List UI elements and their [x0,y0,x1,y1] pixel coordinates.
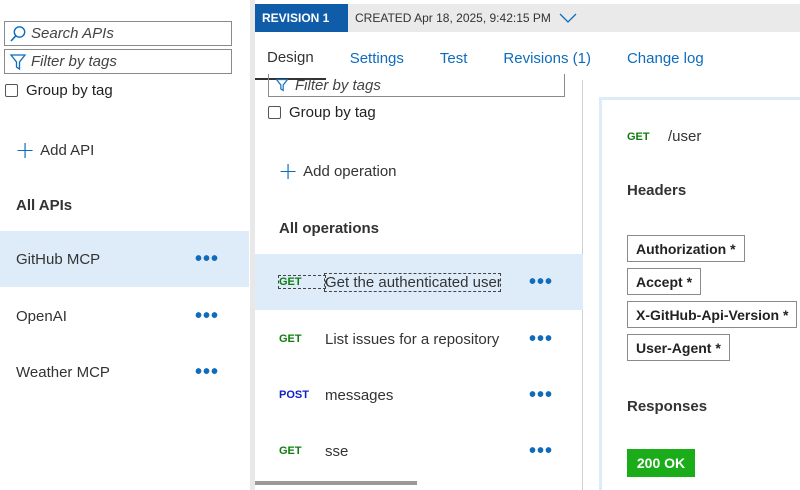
plus-icon: + [15,136,36,164]
api-item-label: GitHub MCP [16,250,101,268]
tab-change-log[interactable]: Change log [615,36,716,80]
filter-tags-input[interactable]: Filter by tags [4,49,232,74]
header-chip[interactable]: User-Agent * [627,334,730,361]
operation-row[interactable]: GET Get the authenticated user ••• [255,254,583,310]
frontend-detail-panel: GET /user Headers Authorization * Accept… [599,97,800,490]
headers-heading: Headers [627,182,687,199]
api-item-github-mcp[interactable]: GitHub MCP ••• [0,231,249,287]
checkbox-box[interactable] [268,106,281,119]
revision-created-text: CREATED Apr 18, 2025, 9:42:15 PM [355,11,551,25]
checkbox-box[interactable] [5,84,18,97]
all-operations-heading: All operations [279,220,380,237]
method-badge: GET [279,333,302,345]
detail-method-badge: GET [627,131,650,143]
more-options-icon[interactable]: ••• [195,306,219,326]
add-api-button[interactable]: + Add API [15,136,95,164]
header-chip[interactable]: Authorization * [627,235,745,262]
chevron-down-icon[interactable] [559,12,577,24]
api-item-label: OpenAI [16,307,67,325]
header-chip[interactable]: Accept * [627,268,702,295]
operation-row[interactable]: GET List issues for a repository ••• [255,311,583,367]
filter-icon [269,78,295,92]
header-chip[interactable]: X-GitHub-Api-Version * [627,301,798,328]
operation-name: List issues for a repository [325,330,500,348]
group-by-tag-label: Group by tag [26,82,113,99]
more-options-icon[interactable]: ••• [529,329,553,349]
filter-placeholder: Filter by tags [31,53,117,70]
operation-detail-area: GET /user Headers Authorization * Accept… [583,80,800,490]
operation-row[interactable]: GET sse ••• [255,423,583,479]
group-by-tag-checkbox[interactable]: Group by tag [5,82,113,99]
more-options-icon[interactable]: ••• [529,441,553,461]
operations-panel: Filter by tags Group by tag + Add operat… [255,74,583,490]
group-by-tag-label: Group by tag [289,104,376,121]
add-api-label: Add API [40,141,95,159]
api-item-label: Weather MCP [16,363,110,381]
operation-name: sse [325,442,349,460]
api-list-panel: Search APIs Filter by tags Group by tag … [0,0,249,490]
search-apis-input[interactable]: Search APIs [4,21,232,46]
more-options-icon[interactable]: ••• [529,272,553,292]
filter-placeholder: Filter by tags [295,76,381,94]
responses-heading: Responses [627,398,708,415]
add-operation-button[interactable]: + Add operation [278,157,397,185]
all-apis-heading: All APIs [16,197,73,214]
more-options-icon[interactable]: ••• [195,362,219,382]
method-badge: POST [279,389,309,401]
search-placeholder: Search APIs [31,25,114,42]
revision-badge: REVISION 1 [255,4,348,32]
filter-operations-input[interactable]: Filter by tags [268,74,565,97]
detail-path: /user [668,128,702,145]
more-options-icon[interactable]: ••• [195,249,219,269]
method-badge: GET [278,275,326,289]
filter-icon [5,53,31,71]
more-options-icon[interactable]: ••• [529,385,553,405]
response-status-badge[interactable]: 200 OK [627,449,695,477]
operation-name: messages [325,386,394,404]
add-operation-label: Add operation [303,162,397,180]
group-by-tag-checkbox[interactable]: Group by tag [268,104,376,121]
api-item-weather-mcp[interactable]: Weather MCP ••• [0,344,249,400]
horizontal-scrollbar[interactable] [255,481,417,485]
operation-name: Get the authenticated user [324,272,501,292]
plus-icon: + [278,157,299,185]
api-item-openai[interactable]: OpenAI ••• [0,288,249,344]
revision-bar: REVISION 1 CREATED Apr 18, 2025, 9:42:15… [255,4,800,32]
operation-row[interactable]: POST messages ••• [255,367,583,423]
search-icon [5,25,31,43]
method-badge: GET [279,445,302,457]
